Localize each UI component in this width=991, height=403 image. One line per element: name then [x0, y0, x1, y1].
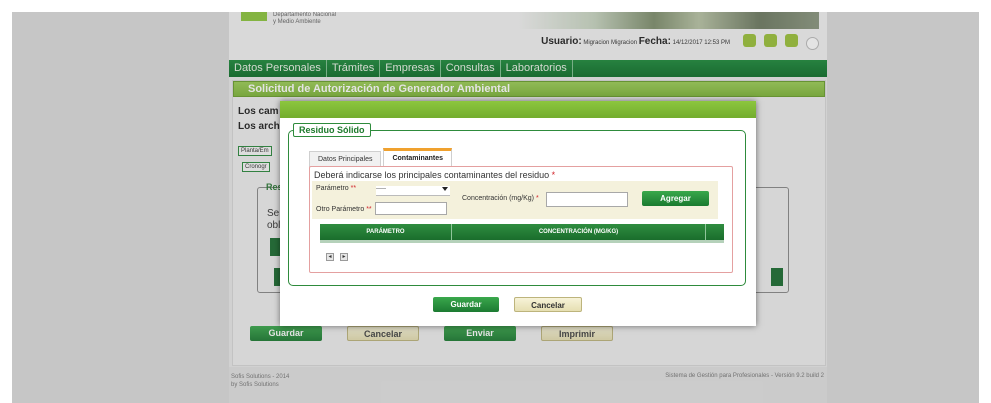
contaminantes-table-header: PARÁMETRO CONCENTRACIÓN (MG/KG)	[320, 224, 724, 240]
tab-datos-principales[interactable]: Datos Principales	[309, 151, 382, 167]
residuo-solido-dialog: Residuo Sólido Datos Principales Contami…	[280, 101, 756, 326]
page: Departamento Nacional y Medio Ambiente U…	[12, 12, 979, 403]
instruction-label: Deberá indicarse los principales contami…	[314, 170, 550, 180]
tab-contaminantes[interactable]: Contaminantes	[383, 148, 453, 167]
parametro-select[interactable]: -----	[376, 186, 450, 196]
agregar-button[interactable]: Agregar	[642, 191, 709, 206]
parametro-label: Parámetro **	[316, 185, 356, 192]
guardar-button[interactable]: Guardar	[433, 297, 499, 312]
required-mark: **	[366, 206, 372, 213]
fieldset-legend: Residuo Sólido	[293, 123, 371, 137]
column-header-parametro[interactable]: PARÁMETRO	[320, 224, 452, 240]
otro-parametro-label: Otro Parámetro **	[316, 206, 372, 213]
parametro-selected-value: -----	[376, 186, 386, 192]
required-mark: **	[350, 185, 357, 192]
concentracion-label-text: Concentración (mg/Kg)	[462, 195, 534, 202]
dialog-title-bar[interactable]	[280, 101, 756, 118]
required-mark: *	[551, 170, 556, 180]
otro-parametro-label-text: Otro Parámetro	[316, 206, 365, 213]
instruction-text: Deberá indicarse los principales contami…	[314, 170, 555, 180]
otro-parametro-input[interactable]	[375, 202, 447, 215]
concentracion-label: Concentración (mg/Kg) *	[462, 195, 539, 202]
required-mark: *	[535, 195, 539, 202]
table-bottom-border	[320, 240, 724, 243]
dialog-tabs: Datos Principales Contaminantes	[309, 148, 453, 167]
residuo-solido-fieldset: Residuo Sólido Datos Principales Contami…	[288, 123, 746, 286]
cancelar-button[interactable]: Cancelar	[514, 297, 582, 312]
parametro-label-text: Parámetro	[316, 185, 349, 192]
concentracion-input[interactable]	[546, 192, 628, 207]
pager-next-button[interactable]: ▸	[340, 253, 348, 261]
contaminante-form: Parámetro ** ----- Otro Parámetro ** Con…	[312, 181, 718, 219]
column-header-concentracion[interactable]: CONCENTRACIÓN (MG/KG)	[452, 224, 706, 240]
pager-prev-button[interactable]: ◂	[326, 253, 334, 261]
chevron-down-icon	[442, 187, 448, 191]
contaminantes-panel: Deberá indicarse los principales contami…	[309, 166, 733, 273]
column-header-actions	[706, 224, 724, 240]
